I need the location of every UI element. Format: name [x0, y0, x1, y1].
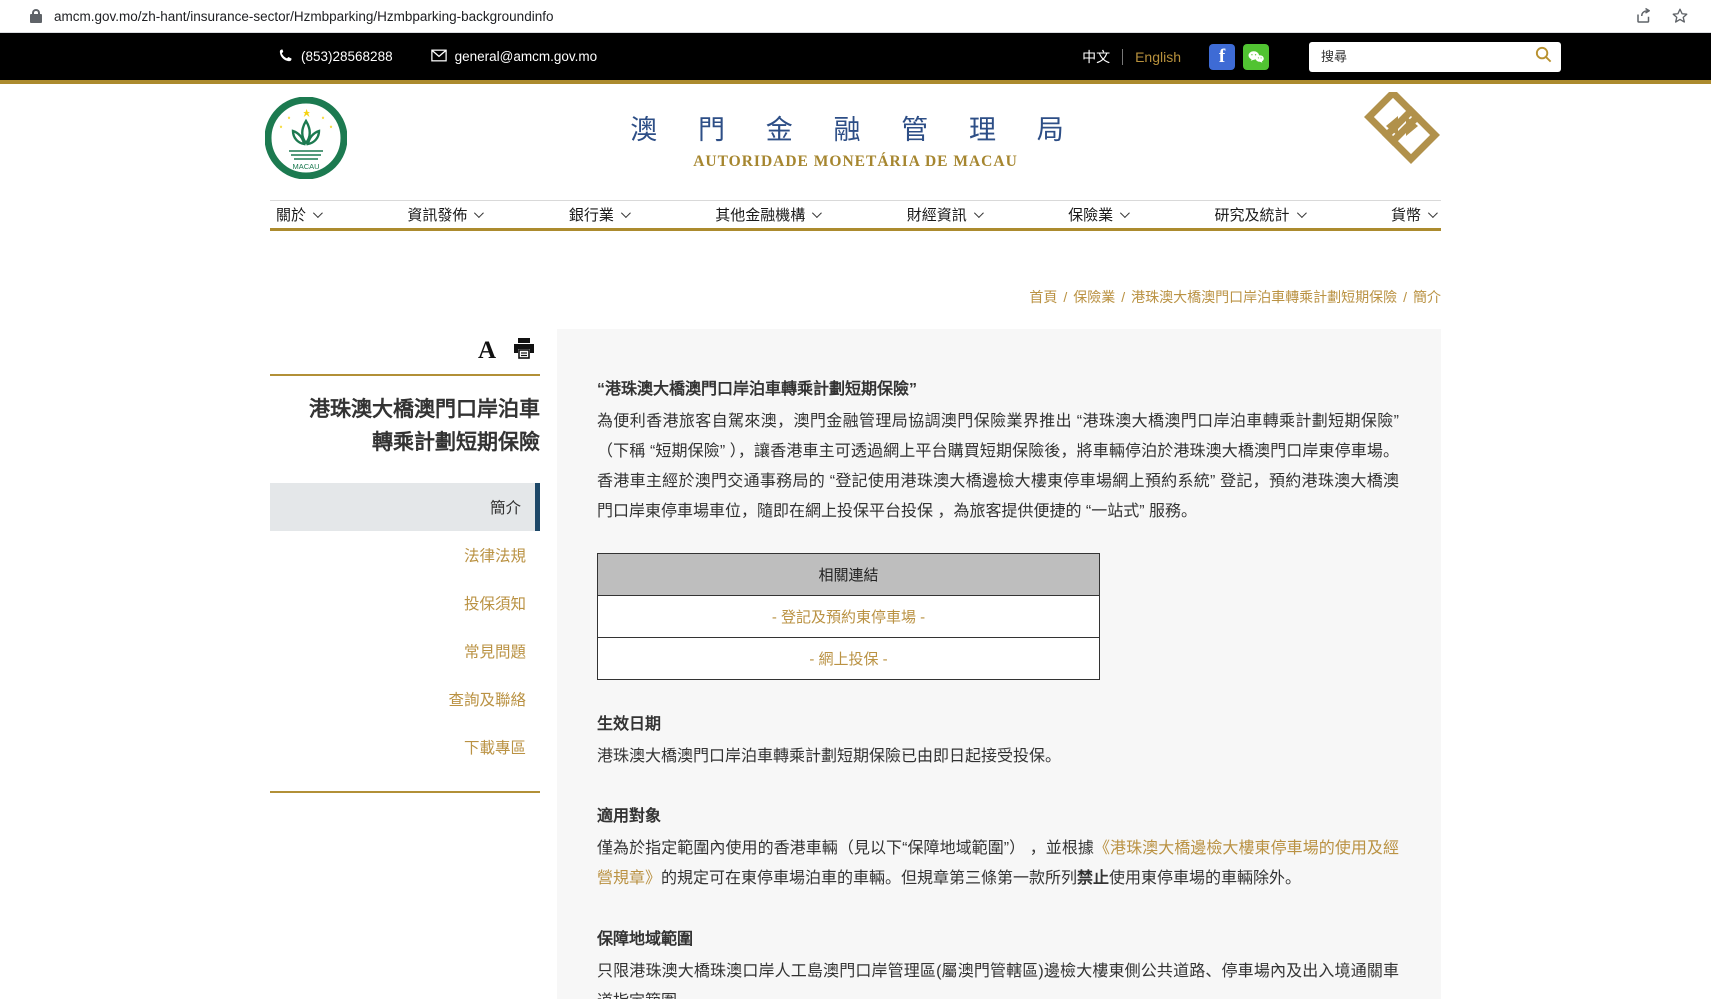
sidebar-item-1[interactable]: 法律法規	[270, 531, 540, 579]
sidebar-item-5[interactable]: 下載專區	[270, 723, 540, 771]
page-title: “港珠澳大橋澳門口岸泊車轉乘計劃短期保險”	[597, 375, 1399, 399]
related-links-table: 相關連結 - 登記及預約東停車場 -- 網上投保 -	[597, 553, 1100, 680]
search-box	[1309, 42, 1561, 72]
search-input[interactable]	[1321, 49, 1534, 64]
sidebar: A 港珠澳大橋澳門口岸泊車 轉乘計劃短期保險 簡介法律法規投保須知常見問題查詢及…	[270, 329, 540, 793]
section-coverage-area: 保障地域範圍 只限港珠澳大橋珠澳口岸人工島澳門口岸管理區(屬澳門管轄區)邊檢大樓…	[597, 925, 1399, 999]
nav-item-4[interactable]: 財經資訊	[907, 204, 981, 225]
sidebar-menu: 簡介法律法規投保須知常見問題查詢及聯絡下載專區	[270, 483, 540, 771]
nav-item-label: 財經資訊	[907, 204, 967, 225]
nav-item-0[interactable]: 關於	[276, 204, 320, 225]
breadcrumb-item-0[interactable]: 首頁	[1029, 289, 1057, 305]
wechat-icon[interactable]	[1243, 44, 1269, 70]
sidebar-section-title: 港珠澳大橋澳門口岸泊車 轉乘計劃短期保險	[270, 394, 540, 459]
section-heading: 保障地域範圍	[597, 925, 1399, 949]
nav-item-7[interactable]: 貨幣	[1391, 204, 1435, 225]
breadcrumb-item-1[interactable]: 保險業	[1073, 289, 1115, 305]
nav-item-label: 其他金融機構	[715, 204, 805, 225]
lang-en[interactable]: English	[1135, 49, 1181, 65]
section-text: 只限港珠澳大橋珠澳口岸人工島澳門口岸管理區(屬澳門管轄區)邊檢大樓東側公共道路、…	[597, 957, 1399, 999]
top-utility-bar: (853)28568288 general@amcm.gov.mo 中文 Eng…	[0, 33, 1711, 80]
breadcrumb-separator: /	[1121, 289, 1125, 305]
ssl-lock-icon	[30, 9, 42, 23]
share-icon[interactable]	[1635, 7, 1653, 25]
site-title-chinese[interactable]: 澳 門 金 融 管 理 局	[0, 108, 1711, 147]
chevron-down-icon	[1297, 208, 1307, 218]
section-effective-date: 生效日期 港珠澳大橋澳門口岸泊車轉乘計劃短期保險已由即日起接受投保。	[597, 710, 1399, 772]
breadcrumb-item-3[interactable]: 簡介	[1413, 289, 1441, 305]
font-size-icon[interactable]: A	[478, 338, 496, 363]
print-icon[interactable]	[512, 337, 536, 364]
sidebar-bottom-rule	[270, 791, 540, 793]
language-switcher: 中文 English	[1082, 47, 1181, 67]
search-icon[interactable]	[1534, 45, 1553, 69]
sidebar-item-0[interactable]: 簡介	[270, 483, 540, 531]
nav-item-2[interactable]: 銀行業	[569, 204, 628, 225]
section-text: 港珠澳大橋澳門口岸泊車轉乘計劃短期保險已由即日起接受投保。	[597, 742, 1399, 772]
nav-item-6[interactable]: 研究及統計	[1215, 204, 1304, 225]
amcm-diamond-logo	[1364, 92, 1440, 171]
site-header: MACAU 澳 門 金 融 管 理 局 AUTORIDADE MONETÁRIA…	[0, 84, 1711, 200]
phone-icon	[278, 48, 293, 66]
phone-contact: (853)28568288	[278, 48, 393, 66]
email-address: general@amcm.gov.mo	[455, 49, 598, 64]
related-link-0[interactable]: - 登記及預約東停車場 -	[598, 596, 1100, 638]
nav-item-1[interactable]: 資訊發佈	[407, 204, 481, 225]
nav-item-label: 研究及統計	[1215, 204, 1290, 225]
chevron-down-icon	[621, 208, 631, 218]
intro-paragraph: 為便利香港旅客自駕來澳，澳門金融管理局協調澳門保險業界推出 “港珠澳大橋澳門口岸…	[597, 407, 1399, 527]
nav-item-3[interactable]: 其他金融機構	[715, 204, 819, 225]
chevron-down-icon	[812, 208, 822, 218]
primary-nav: 關於 資訊發佈 銀行業 其他金融機構 財經資訊 保險業 研究及統計 貨幣	[270, 200, 1441, 231]
browser-chrome: amcm.gov.mo/zh-hant/insurance-sector/Hzm…	[0, 0, 1711, 33]
breadcrumb: 首頁 / 保險業 / 港珠澳大橋澳門口岸泊車轉乘計劃短期保險 / 簡介	[270, 287, 1441, 307]
nav-item-5[interactable]: 保險業	[1068, 204, 1127, 225]
sidebar-item-4[interactable]: 查詢及聯絡	[270, 675, 540, 723]
facebook-icon[interactable]: f	[1209, 44, 1235, 70]
related-link-1[interactable]: - 網上投保 -	[598, 638, 1100, 680]
related-links-header: 相關連結	[598, 554, 1100, 596]
site-title-portuguese: AUTORIDADE MONETÁRIA DE MACAU	[0, 153, 1711, 171]
nav-item-label: 銀行業	[569, 204, 614, 225]
nav-item-label: 貨幣	[1391, 204, 1421, 225]
email-icon	[431, 49, 447, 65]
breadcrumb-separator: /	[1063, 289, 1067, 305]
chevron-down-icon	[1120, 208, 1130, 218]
nav-item-label: 關於	[276, 204, 306, 225]
lang-zh[interactable]: 中文	[1082, 47, 1110, 67]
chevron-down-icon	[974, 208, 984, 218]
sidebar-item-2[interactable]: 投保須知	[270, 579, 540, 627]
email-contact[interactable]: general@amcm.gov.mo	[431, 49, 598, 65]
chevron-down-icon	[1428, 208, 1438, 218]
sidebar-item-3[interactable]: 常見問題	[270, 627, 540, 675]
breadcrumb-separator: /	[1403, 289, 1407, 305]
sidebar-top-rule	[270, 374, 540, 376]
url-bar[interactable]: amcm.gov.mo/zh-hant/insurance-sector/Hzm…	[54, 9, 1635, 24]
chevron-down-icon	[474, 208, 484, 218]
section-text: 僅為於指定範圍內使用的香港車輛（見以下“保障地域範圍”） ，並根據《港珠澳大橋邊…	[597, 834, 1399, 894]
section-applicable: 適用對象 僅為於指定範圍內使用的香港車輛（見以下“保障地域範圍”） ，並根據《港…	[597, 802, 1399, 894]
phone-number: (853)28568288	[301, 49, 393, 64]
main-content: “港珠澳大橋澳門口岸泊車轉乘計劃短期保險” 為便利香港旅客自駕來澳，澳門金融管理…	[557, 329, 1441, 999]
chevron-down-icon	[313, 208, 323, 218]
bookmark-star-icon[interactable]	[1671, 7, 1689, 25]
section-heading: 適用對象	[597, 802, 1399, 826]
lang-divider	[1122, 49, 1123, 65]
nav-item-label: 資訊發佈	[407, 204, 467, 225]
section-heading: 生效日期	[597, 710, 1399, 734]
breadcrumb-item-2[interactable]: 港珠澳大橋澳門口岸泊車轉乘計劃短期保險	[1131, 289, 1397, 305]
nav-item-label: 保險業	[1068, 204, 1113, 225]
